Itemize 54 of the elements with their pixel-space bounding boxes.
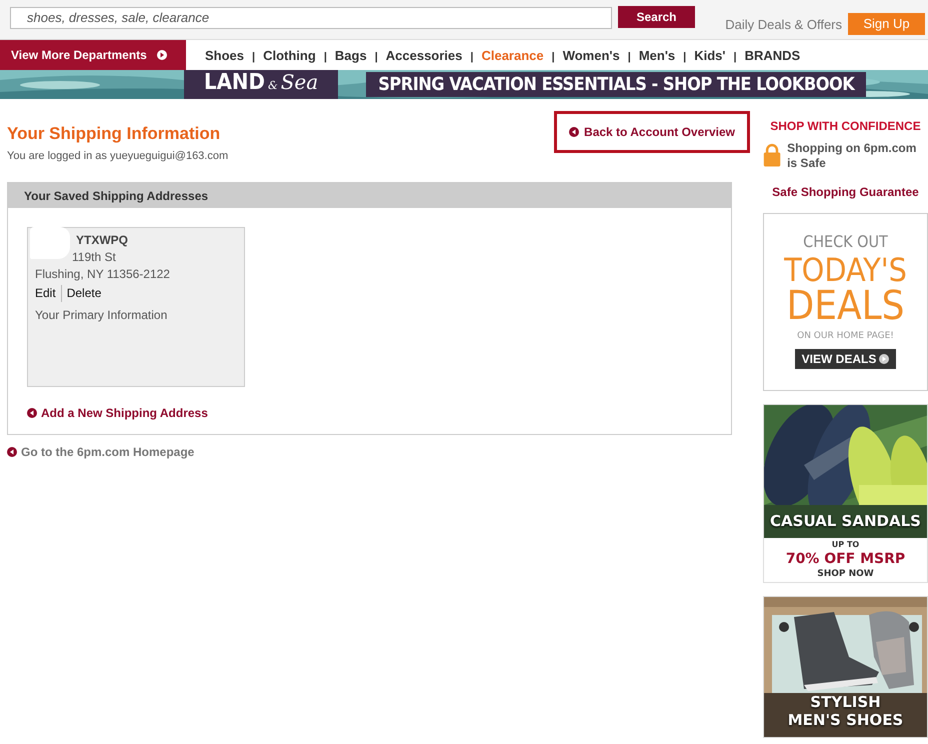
departments-button[interactable]: View More Departments [0,40,186,70]
nav-separator: | [628,51,631,63]
address-action-link[interactable]: Delete [62,285,106,302]
page-title: Your Shipping Information [7,124,222,144]
login-status: You are logged in as yueyueguigui@163.com [7,150,228,162]
homepage-link[interactable]: Go to the 6pm.com Homepage [7,445,194,459]
sneakers-ad[interactable]: STYLISH MEN'S SHOES [763,596,928,738]
view-deals-button[interactable]: VIEW DEALS [794,349,896,369]
address-action-link[interactable]: Edit [35,285,62,302]
guarantee-link[interactable]: Safe Shopping Guarantee [763,185,928,199]
deals-ad[interactable]: CHECK OUT TODAY'S DEALS ON OUR HOME PAGE! VIEW DEALS [763,213,928,391]
nav-separator: | [683,51,686,63]
ad-offer: 70% OFF MSRP [786,551,906,567]
back-link[interactable]: Back to Account Overview [554,111,750,153]
nav-link[interactable]: Bags [334,48,367,62]
nav-separator: | [252,51,256,63]
nav-separator: | [733,51,737,63]
panel-heading: Your Saved Shipping Addresses [8,183,731,208]
ad-kicker: CHECK OUT [803,234,888,250]
banner-logo: LAND&Sea [184,70,338,99]
address-street: 119th St [71,249,117,266]
address-city: Flushing, NY 11356-2122 [35,266,171,283]
search-button[interactable]: Search [618,6,695,28]
nav-link[interactable]: Men's [638,48,676,62]
promo-banner[interactable]: LAND&Sea SPRING VACATION ESSENTIALS - SHOP THE LOOKBOOK [0,70,928,99]
nav-separator: | [374,51,378,63]
ad-headline: DEALS [786,286,904,326]
ad-overlay-text: MEN'S SHOES [786,711,904,729]
ad-headline: TODAY'S [784,254,907,286]
nav-link[interactable]: BRANDS [744,48,800,62]
nav-link[interactable]: Women's [562,48,620,62]
deals-link[interactable]: Daily Deals & Offers [725,17,842,32]
banner-headline: SPRING VACATION ESSENTIALS - SHOP THE LOOKBOOK [366,72,866,97]
nav-separator: | [324,51,327,63]
address-note: Your Primary Information [35,307,168,324]
nav-separator: | [552,51,555,63]
address-name: YTXWPQ [75,232,130,249]
lock-icon [763,141,782,169]
shop-now-link[interactable]: SHOP NOW [817,569,874,579]
search-field[interactable]: shoes, dresses, sale, clearance [10,6,612,28]
redaction-mark [30,227,70,259]
nav-link[interactable]: Clothing [263,48,316,62]
ad-subtext: UP TO [832,540,860,549]
nav-link[interactable]: Kids' [694,48,726,62]
ad-overlay-text: CASUAL SANDALS [769,512,922,530]
add-address-link[interactable]: Add a New Shipping Address [27,406,208,420]
nav-link[interactable]: Accessories [386,48,462,62]
safe-shopping-text: Shopping on 6pm.com is Safe [787,141,918,171]
confidence-heading: SHOP WITH CONFIDENCE [769,119,922,133]
sandals-ad[interactable]: CASUAL SANDALS UP TO 70% OFF MSRP SHOP NOW [763,404,928,583]
nav-separator: | [470,51,474,63]
ad-overlay-text: STYLISH [809,693,882,711]
ad-subtext: ON OUR HOME PAGE! [797,332,894,341]
nav-link[interactable]: Shoes [205,48,244,62]
